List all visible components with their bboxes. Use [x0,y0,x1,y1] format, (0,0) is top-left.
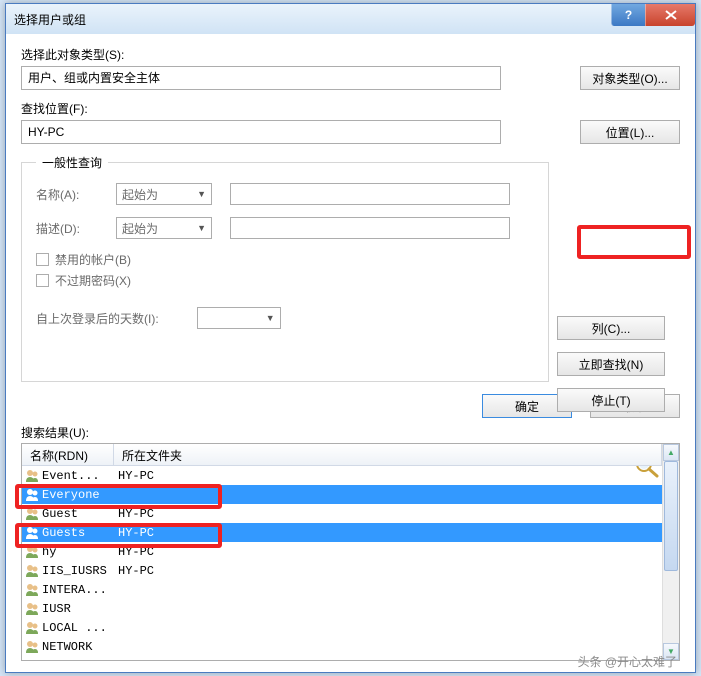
principal-icon [24,506,40,522]
table-row[interactable]: hy HY-PC [22,542,662,561]
name-mode-combo[interactable]: 起始为 ▼ [116,183,212,205]
row-name: Event... [42,469,116,483]
object-type-label: 选择此对象类型(S): [21,46,680,63]
table-row[interactable]: LOCAL ... [22,618,662,637]
chevron-down-icon: ▼ [197,189,206,199]
disabled-accounts-checkbox[interactable] [36,253,49,266]
description-input[interactable] [230,217,510,239]
row-name: Guest [42,507,116,521]
description-label: 描述(D): [36,220,116,237]
results-body[interactable]: Event... HY-PC Everyone Guest HY-PC Gues… [22,466,662,660]
days-since-logon-label: 自上次登录后的天数(I): [36,310,159,327]
nonexpiring-password-label: 不过期密码(X) [55,272,131,289]
row-name: NETWORK [42,640,116,654]
row-location: HY-PC [116,564,154,578]
table-row[interactable]: IIS_IUSRS HY-PC [22,561,662,580]
principal-icon [24,544,40,560]
desc-mode-combo[interactable]: 起始为 ▼ [116,217,212,239]
row-location: HY-PC [116,469,154,483]
titlebar[interactable]: 选择用户或组 ? [6,4,695,34]
results-listview[interactable]: 名称(RDN) 所在文件夹 Event... HY-PC Everyone Gu… [21,443,680,661]
scroll-up-button[interactable]: ▲ [663,444,679,461]
object-type-field[interactable]: 用户、组或内置安全主体 [21,66,501,90]
chevron-down-icon: ▼ [266,313,275,323]
table-row[interactable]: NETWORK [22,637,662,656]
scroll-track[interactable] [663,461,679,643]
chevron-down-icon: ▼ [197,223,206,233]
name-input[interactable] [230,183,510,205]
principal-icon [24,563,40,579]
principal-icon [24,525,40,541]
close-button[interactable] [645,4,695,26]
nonexpiring-password-checkbox[interactable] [36,274,49,287]
locations-button[interactable]: 位置(L)... [580,120,680,144]
principal-icon [24,601,40,617]
row-name: IUSR [42,602,116,616]
object-types-button[interactable]: 对象类型(O)... [580,66,680,90]
table-row[interactable]: Guest HY-PC [22,504,662,523]
days-combo[interactable]: ▼ [197,307,281,329]
column-name[interactable]: 名称(RDN) [22,444,114,465]
table-row[interactable]: IUSR [22,599,662,618]
row-name: hy [42,545,116,559]
principal-icon [24,468,40,484]
disabled-accounts-label: 禁用的帐户(B) [55,251,131,268]
scroll-thumb[interactable] [664,461,678,571]
row-name: INTERA... [42,583,116,597]
principal-icon [24,639,40,655]
columns-button[interactable]: 列(C)... [557,316,665,340]
window-title: 选择用户或组 [14,11,86,28]
window-controls: ? [611,4,695,26]
find-now-button[interactable]: 立即查找(N) [557,352,665,376]
dialog-content: 选择此对象类型(S): 用户、组或内置安全主体 对象类型(O)... 查找位置(… [6,34,695,673]
results-header[interactable]: 名称(RDN) 所在文件夹 [22,444,662,466]
row-location: HY-PC [116,545,154,559]
watermark-text: 头条 @开心太难了 [577,653,677,670]
name-label: 名称(A): [36,186,116,203]
table-row[interactable]: Event... HY-PC [22,466,662,485]
help-button[interactable]: ? [611,4,645,26]
column-location[interactable]: 所在文件夹 [114,444,662,465]
table-row[interactable]: INTERA... [22,580,662,599]
principal-icon [24,620,40,636]
row-name: IIS_IUSRS [42,564,116,578]
table-row[interactable]: Guests HY-PC [22,523,662,542]
location-field[interactable]: HY-PC [21,120,501,144]
principal-icon [24,487,40,503]
row-location: HY-PC [116,526,154,540]
stop-button[interactable]: 停止(T) [557,388,665,412]
row-name: Guests [42,526,116,540]
location-label: 查找位置(F): [21,100,680,117]
principal-icon [24,582,40,598]
row-location: HY-PC [116,507,154,521]
table-row[interactable]: Everyone [22,485,662,504]
row-name: Everyone [42,488,116,502]
common-queries-legend: 一般性查询 [36,154,108,171]
row-name: LOCAL ... [42,621,116,635]
common-queries-group: 一般性查询 名称(A): 起始为 ▼ 描述(D): 起始为 ▼ [21,154,549,382]
dialog-window: 选择用户或组 ? 选择此对象类型(S): 用户、组或内置安全主体 对象类型(O)… [5,3,696,673]
vertical-scrollbar[interactable]: ▲ ▼ [662,444,679,660]
